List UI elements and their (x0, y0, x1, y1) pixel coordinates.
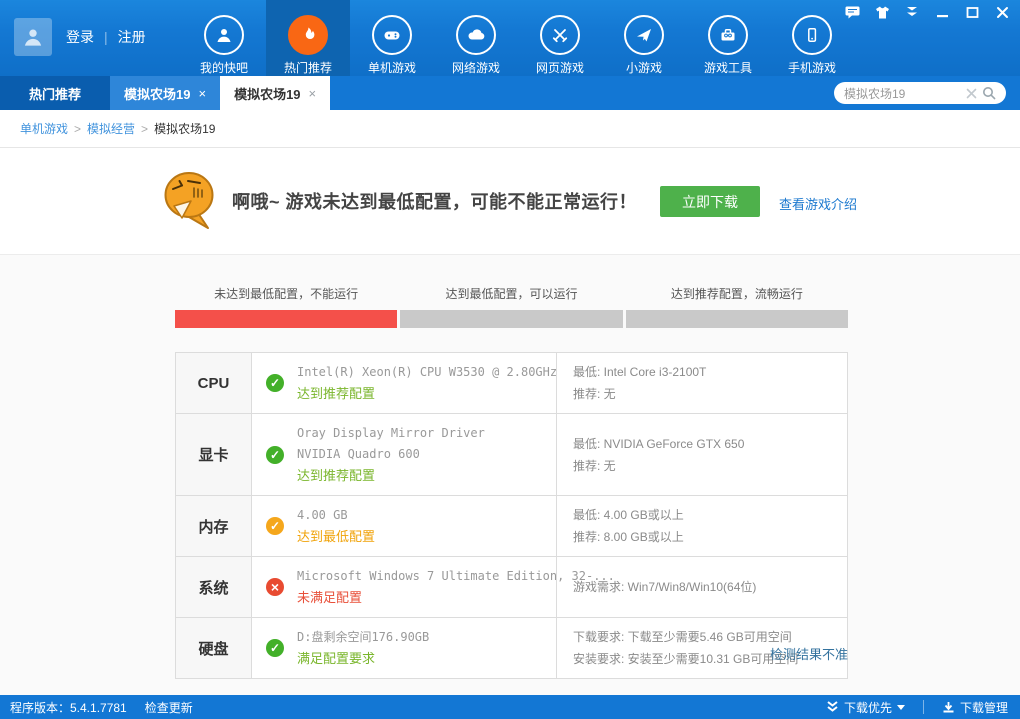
warn-check-icon (266, 517, 284, 535)
nav-item-my-kuaiba[interactable]: 我的快吧 (182, 0, 266, 76)
inaccurate-result-link[interactable]: 检测结果不准 (175, 644, 848, 663)
requirement-line: 最低: Intel Core i3-2100T (573, 361, 839, 383)
user-icon (204, 15, 244, 55)
meter-label-recommend: 达到推荐配置，流畅运行 (626, 285, 848, 302)
table-row-ram: 内存 4.00 GB 达到最低配置 最低: 4.00 GB或以上 推荐: 8.0… (176, 495, 847, 556)
table-row-gpu: 显卡 Oray Display Mirror Driver NVIDIA Qua… (176, 413, 847, 495)
close-icon[interactable] (994, 5, 1010, 19)
clear-search-icon[interactable] (962, 88, 980, 99)
requirement-line: 最低: 4.00 GB或以上 (573, 504, 839, 526)
requirement-line: 推荐: 无 (573, 383, 839, 405)
login-links: 登录 | 注册 (66, 27, 146, 47)
menu-chevron-icon[interactable] (904, 5, 920, 19)
nav-item-mobile-games[interactable]: 手机游戏 (770, 0, 854, 76)
breadcrumb-separator: > (74, 122, 81, 136)
account-area: 登录 | 注册 (14, 18, 146, 56)
tab-game-2-active[interactable]: 模拟农场19 × (220, 76, 330, 110)
breadcrumb-link-subcategory[interactable]: 模拟经营 (87, 120, 135, 137)
game-intro-link[interactable]: 查看游戏介绍 (779, 194, 857, 213)
meter-label-min: 达到最低配置，可以运行 (400, 285, 622, 302)
pass-check-icon (266, 374, 284, 392)
search-icon[interactable] (980, 86, 998, 100)
row-label: CPU (176, 353, 252, 413)
main-nav: 我的快吧 热门推荐 单机游戏 网络游戏 (182, 0, 854, 76)
nav-item-pc-games[interactable]: 单机游戏 (350, 0, 434, 76)
message-icon[interactable] (844, 5, 860, 19)
hardware-detail: Oray Display Mirror Driver (297, 423, 485, 444)
nav-item-hot[interactable]: 热门推荐 (266, 0, 350, 76)
statusbar-separator (923, 700, 924, 714)
download-manager-button[interactable]: 下载管理 (942, 699, 1008, 716)
nav-item-mini-games[interactable]: 小游戏 (602, 0, 686, 76)
maximize-icon[interactable] (964, 5, 980, 19)
tab-close-icon[interactable]: × (309, 87, 317, 100)
requirement-line: 游戏需求: Win7/Win8/Win10(64位) (573, 576, 839, 598)
requirement-line: 最低: NVIDIA GeForce GTX 650 (573, 433, 839, 455)
meter-segment-gray (400, 310, 622, 328)
login-link[interactable]: 登录 (66, 27, 94, 47)
flame-icon (288, 15, 328, 55)
row-label: 系统 (176, 557, 252, 617)
status-bar: 程序版本：5.4.1.7781 检查更新 下载优先 下载管理 (0, 695, 1020, 719)
check-update-link[interactable]: 检查更新 (145, 699, 193, 716)
requirement-line: 推荐: 8.00 GB或以上 (573, 526, 839, 548)
requirement-line: 推荐: 无 (573, 455, 839, 477)
tab-close-icon[interactable]: × (198, 87, 206, 100)
hardware-detail: NVIDIA Quadro 600 (297, 444, 485, 465)
toolbox-icon (708, 15, 748, 55)
tab-hot-recommend[interactable]: 热门推荐 (0, 76, 110, 110)
table-row-os: 系统 Microsoft Windows 7 Ultimate Edition,… (176, 556, 847, 617)
pass-check-icon (266, 446, 284, 464)
nav-item-web-games[interactable]: 网页游戏 (518, 0, 602, 76)
meter-label-fail: 未达到最低配置，不能运行 (175, 285, 397, 302)
search-box (834, 82, 1006, 104)
download-now-button[interactable]: 立即下载 (660, 186, 760, 217)
config-meter: 未达到最低配置，不能运行 达到最低配置，可以运行 达到推荐配置，流畅运行 (175, 285, 848, 328)
window-controls (844, 5, 1010, 19)
row-label: 内存 (176, 496, 252, 556)
cloud-icon (456, 15, 496, 55)
user-silhouette-icon (20, 24, 46, 50)
paper-plane-icon (624, 15, 664, 55)
phone-icon (792, 15, 832, 55)
avatar[interactable] (14, 18, 52, 56)
program-version: 程序版本：5.4.1.7781 (10, 699, 127, 716)
breadcrumb-current: 模拟农场19 (154, 120, 215, 137)
tab-game-1[interactable]: 模拟农场19 × (110, 76, 220, 110)
swords-icon (540, 15, 580, 55)
register-link[interactable]: 注册 (118, 27, 146, 47)
verdict-text: 达到推荐配置 (297, 383, 557, 404)
breadcrumb: 单机游戏 > 模拟经营 > 模拟农场19 (0, 110, 1020, 148)
nav-item-game-tools[interactable]: 游戏工具 (686, 0, 770, 76)
gamepad-icon (372, 15, 412, 55)
download-priority-menu[interactable]: 下载优先 (826, 699, 905, 716)
verdict-text: 达到最低配置 (297, 526, 375, 547)
mascot-icon (161, 168, 221, 237)
double-chevron-down-icon (826, 701, 839, 713)
fail-cross-icon (266, 578, 284, 596)
check-result-section: 未达到最低配置，不能运行 达到最低配置，可以运行 达到推荐配置，流畅运行 CPU… (0, 255, 1020, 695)
caret-down-icon (897, 705, 905, 710)
app-window: 登录 | 注册 我的快吧 热门推荐 单机 (0, 0, 1020, 719)
search-input[interactable] (844, 86, 962, 100)
table-row-cpu: CPU Intel(R) Xeon(R) CPU W3530 @ 2.80GHz… (176, 353, 847, 413)
skin-icon[interactable] (874, 5, 890, 19)
hardware-detail: 4.00 GB (297, 505, 375, 526)
hardware-check-table: CPU Intel(R) Xeon(R) CPU W3530 @ 2.80GHz… (175, 352, 848, 679)
header: 登录 | 注册 我的快吧 热门推荐 单机 (0, 0, 1020, 76)
row-label: 显卡 (176, 414, 252, 495)
breadcrumb-separator: > (141, 122, 148, 136)
breadcrumb-link-category[interactable]: 单机游戏 (20, 120, 68, 137)
nav-item-online-games[interactable]: 网络游戏 (434, 0, 518, 76)
download-icon (942, 701, 955, 714)
login-separator: | (104, 29, 108, 45)
meter-segment-red (175, 310, 397, 328)
verdict-text: 达到推荐配置 (297, 465, 485, 486)
minimize-icon[interactable] (934, 5, 950, 19)
hardware-detail: Intel(R) Xeon(R) CPU W3530 @ 2.80GHz (297, 362, 557, 383)
meter-segment-gray (626, 310, 848, 328)
config-warning-banner: 啊哦~ 游戏未达到最低配置，可能不能正常运行！ 立即下载 查看游戏介绍 (0, 148, 1020, 255)
banner-message: 啊哦~ 游戏未达到最低配置，可能不能正常运行！ (232, 188, 637, 214)
